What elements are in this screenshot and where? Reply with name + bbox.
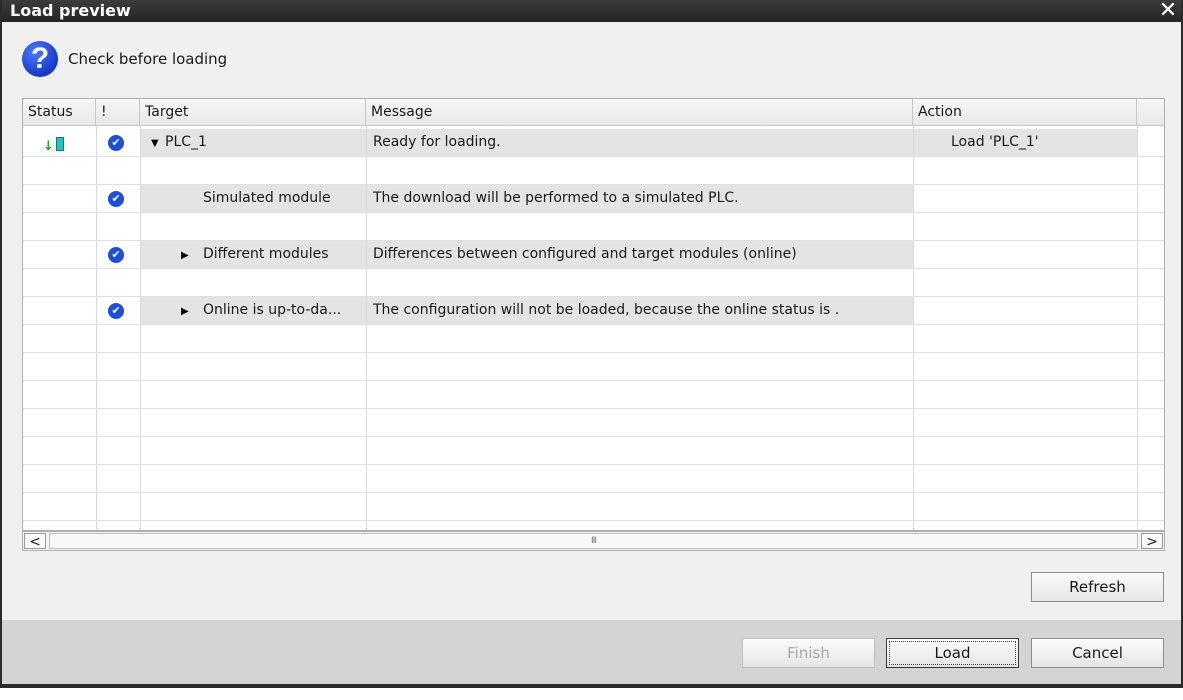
table-row — [23, 381, 1164, 409]
check-icon: ✔ — [108, 135, 124, 151]
table-row — [23, 465, 1164, 493]
load-preview-table: Status ! Target Message Action ↓ ✔ ▼ PLC_… — [22, 98, 1165, 531]
check-icon: ✔ — [108, 247, 124, 263]
column-header-status[interactable]: Status — [23, 99, 96, 125]
dialog-footer: Finish Load Cancel — [2, 620, 1181, 684]
download-plc-icon: ↓ — [43, 133, 64, 156]
target-cell[interactable]: ▼ PLC_1 — [141, 129, 366, 156]
message-cell: The configuration will not be loaded, be… — [367, 297, 913, 324]
expanded-triangle-icon[interactable]: ▼ — [151, 130, 165, 156]
table-row[interactable]: ✔ ▶ Online is up-to-da... The configurati… — [23, 297, 1164, 325]
title-bar: Load preview ✕ — [2, 0, 1181, 22]
flag-cell: ✔ — [96, 129, 140, 156]
collapsed-triangle-icon[interactable]: ▶ — [181, 242, 195, 268]
header-text: Check before loading — [68, 50, 228, 68]
target-cell[interactable]: ▶ Different modules — [141, 241, 366, 268]
load-button[interactable]: Load — [886, 638, 1019, 668]
close-button[interactable]: ✕ — [1157, 0, 1179, 22]
horizontal-scrollbar[interactable]: < III > — [22, 531, 1165, 551]
table-row — [23, 325, 1164, 353]
target-cell[interactable]: ▶ Online is up-to-da... — [141, 297, 366, 324]
table-header: Status ! Target Message Action — [23, 99, 1164, 126]
column-header-message[interactable]: Message — [366, 99, 913, 125]
target-cell[interactable]: Simulated module — [141, 185, 366, 212]
close-icon: ✕ — [1158, 0, 1178, 23]
chevron-left-icon: < — [29, 534, 41, 550]
flag-cell: ✔ — [96, 185, 140, 212]
refresh-button[interactable]: Refresh — [1031, 572, 1164, 602]
table-row — [23, 353, 1164, 381]
column-header-flag[interactable]: ! — [96, 99, 140, 125]
header: ? Check before loading — [22, 38, 227, 80]
message-cell: Ready for loading. — [367, 129, 913, 156]
scroll-left-button[interactable]: < — [24, 533, 46, 550]
status-cell: ↓ — [23, 129, 96, 156]
table-row — [23, 157, 1164, 185]
window-title: Load preview — [10, 1, 131, 20]
table-row — [23, 493, 1164, 521]
table-row — [23, 269, 1164, 297]
scrollbar-thumb[interactable]: III — [49, 533, 1138, 549]
message-cell: The download will be performed to a simu… — [367, 185, 913, 212]
flag-cell: ✔ — [96, 241, 140, 268]
finish-button[interactable]: Finish — [742, 638, 875, 668]
table-row[interactable]: ✔ ▶ Different modules Differences between… — [23, 241, 1164, 269]
column-header-action[interactable]: Action — [913, 99, 1137, 125]
table-row — [23, 437, 1164, 465]
check-icon: ✔ — [108, 303, 124, 319]
load-preview-dialog: Load preview ✕ ? Check before loading St… — [0, 0, 1183, 688]
table-row[interactable]: ✔ Simulated module The download will be … — [23, 185, 1164, 213]
table-row — [23, 213, 1164, 241]
chevron-right-icon: > — [1146, 534, 1158, 550]
action-cell[interactable]: Load 'PLC_1' — [914, 129, 1137, 156]
cancel-button[interactable]: Cancel — [1031, 638, 1164, 668]
table-row[interactable]: ↓ ✔ ▼ PLC_1 Ready for loading. Load 'PLC_… — [23, 129, 1164, 157]
flag-cell: ✔ — [96, 297, 140, 324]
help-icon: ? — [22, 41, 58, 77]
table-row — [23, 409, 1164, 437]
column-header-target[interactable]: Target — [140, 99, 366, 125]
message-cell: Differences between configured and targe… — [367, 241, 913, 268]
scroll-right-button[interactable]: > — [1141, 533, 1163, 550]
check-icon: ✔ — [108, 191, 124, 207]
collapsed-triangle-icon[interactable]: ▶ — [181, 298, 195, 324]
